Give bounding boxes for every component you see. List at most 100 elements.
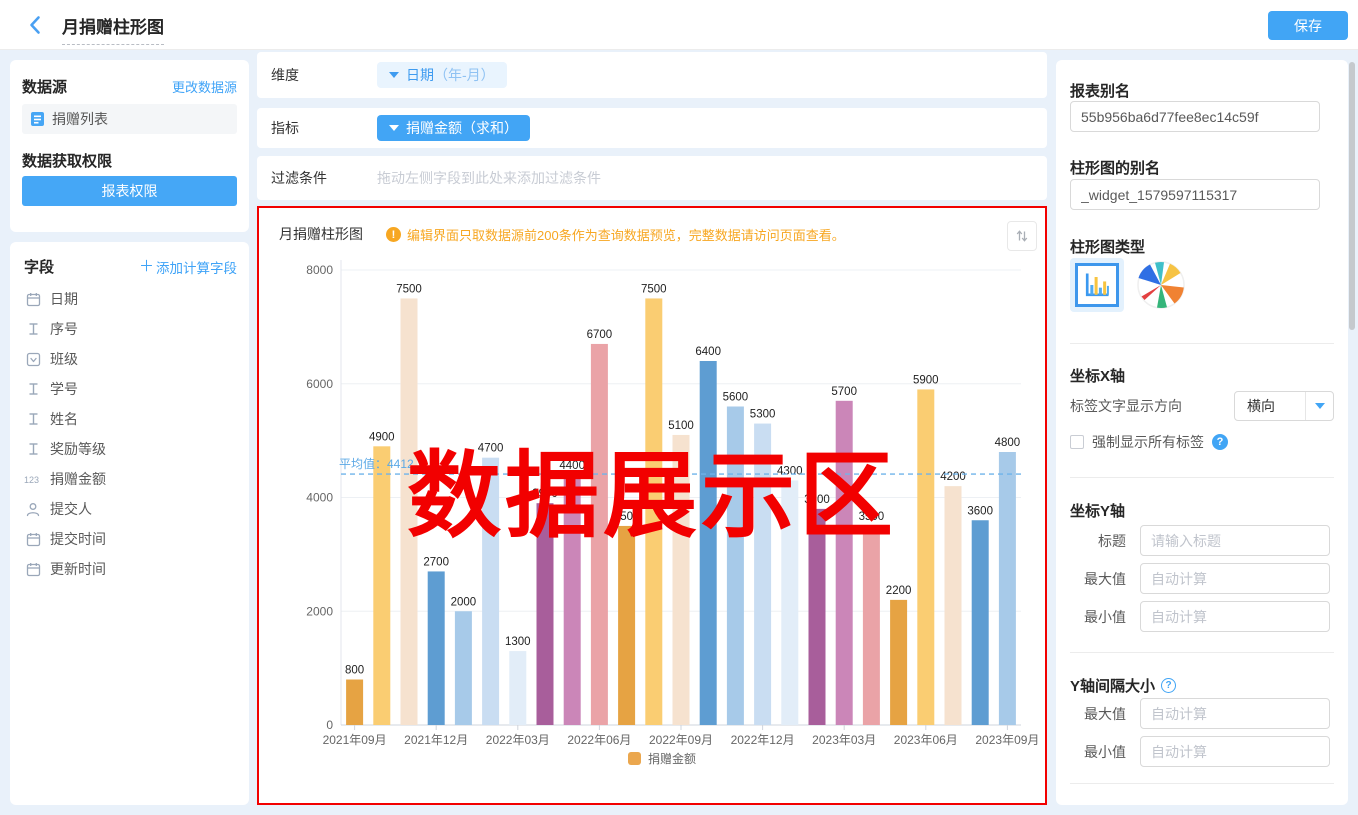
chart-bar-2022年08月[interactable] (645, 298, 662, 725)
chevron-down-icon (389, 72, 399, 78)
yinterval-min-input[interactable] (1140, 736, 1330, 767)
bar-value-label: 4700 (478, 443, 504, 455)
bar-value-label: 3900 (532, 488, 558, 500)
chart-bar-2021年11月[interactable] (401, 298, 418, 725)
bar-value-label: 5100 (668, 420, 694, 432)
calendar-icon (24, 292, 42, 307)
chart-bar-2022年05月[interactable] (564, 475, 581, 725)
settings-panel: 报表别名 柱形图的别名 柱形图类型 (1056, 60, 1348, 805)
document-icon (30, 111, 45, 127)
metric-row: 指标 捐赠金额（求和） (257, 108, 1047, 148)
datasource-title: 数据源 (22, 76, 67, 97)
bar-chart: 0200040006000800080049007500270020004700… (259, 208, 1045, 803)
yaxis-name-label: 标题 (1070, 531, 1126, 551)
dimension-pill[interactable]: 日期（年-月） (377, 62, 507, 88)
chart-type-pie-option[interactable] (1134, 258, 1188, 312)
chart-bar-2022年06月[interactable] (591, 344, 608, 725)
change-datasource-link[interactable]: 更改数据源 (172, 77, 237, 96)
chart-bar-2022年10月[interactable] (700, 361, 717, 725)
bar-value-label: 5600 (723, 392, 749, 404)
bar-value-label: 2000 (451, 596, 477, 608)
field-item-提交人[interactable]: 提交人 (24, 494, 239, 524)
legend-label[interactable]: 捐赠金额 (648, 751, 696, 766)
report-permission-button[interactable]: 报表权限 (22, 176, 237, 206)
chart-bar-2021年10月[interactable] (373, 446, 390, 725)
report-alias-title: 报表别名 (1070, 80, 1334, 101)
bar-value-label: 5300 (750, 409, 776, 421)
chart-bar-2022年01月[interactable] (455, 611, 472, 725)
datasource-item[interactable]: 捐赠列表 (22, 104, 237, 134)
add-calc-field-link[interactable]: ＋添加计算字段 (139, 257, 237, 277)
bar-value-label: 7500 (396, 283, 422, 295)
chevron-left-icon (24, 13, 48, 37)
x-tick-label: 2021年12月 (404, 733, 468, 747)
chart-preview-area: 月捐赠柱形图 ! 编辑界面只取数据源前200条作为查询数据预览，完整数据请访问页… (257, 206, 1047, 805)
chart-alias-input[interactable] (1070, 179, 1320, 210)
yaxis-min-input[interactable] (1140, 601, 1330, 632)
field-item-奖励等级[interactable]: 奖励等级 (24, 434, 239, 464)
field-item-序号[interactable]: 序号 (24, 314, 239, 344)
chart-bar-2023年06月[interactable] (917, 389, 934, 725)
divider (1070, 652, 1334, 653)
metric-pill[interactable]: 捐赠金额（求和） (377, 115, 530, 141)
chart-bar-2023年02月[interactable] (809, 509, 826, 725)
datasource-name: 捐赠列表 (52, 109, 108, 129)
scrollbar[interactable] (1349, 62, 1355, 330)
chart-bar-2023年04月[interactable] (863, 526, 880, 725)
chart-bar-2021年09月[interactable] (346, 680, 363, 726)
field-item-提交时间[interactable]: 提交时间 (24, 524, 239, 554)
y-tick-label: 2000 (306, 604, 333, 618)
chart-bar-2023年05月[interactable] (890, 600, 907, 725)
yinterval-max-input[interactable] (1140, 698, 1330, 729)
top-bar: 月捐赠柱形图 保存 (0, 0, 1358, 50)
report-alias-input[interactable] (1070, 101, 1320, 132)
chart-bar-2023年07月[interactable] (945, 486, 962, 725)
chart-bar-2022年04月[interactable] (537, 503, 554, 725)
chart-bar-2022年07月[interactable] (618, 526, 635, 725)
field-item-日期[interactable]: 日期 (24, 284, 239, 314)
chart-bar-2021年12月[interactable] (428, 571, 445, 725)
help-icon[interactable]: ? (1212, 434, 1228, 450)
field-item-班级[interactable]: 班级 (24, 344, 239, 374)
x-tick-label: 2023年03月 (812, 733, 876, 747)
fields-title: 字段 (24, 256, 54, 277)
chart-bar-2023年01月[interactable] (781, 480, 798, 725)
chart-bar-2022年12月[interactable] (754, 424, 771, 725)
yaxis-max-input[interactable] (1140, 563, 1330, 594)
label-direction-select[interactable]: 横向 (1234, 391, 1334, 421)
save-button[interactable]: 保存 (1268, 11, 1348, 40)
filter-row[interactable]: 过滤条件 拖动左侧字段到此处来添加过滤条件 (257, 156, 1047, 200)
help-icon[interactable]: ? (1161, 678, 1176, 693)
chart-bar-2022年03月[interactable] (509, 651, 526, 725)
legend-swatch[interactable] (628, 752, 641, 765)
divider (1070, 343, 1334, 344)
chart-bar-2022年02月[interactable] (482, 458, 499, 725)
chart-bar-2022年09月[interactable] (673, 435, 690, 725)
metric-label: 指标 (257, 118, 377, 138)
x-tick-label: 2022年09月 (649, 733, 713, 747)
select-icon (24, 352, 42, 367)
bar-value-label: 4800 (995, 437, 1021, 449)
field-item-更新时间[interactable]: 更新时间 (24, 554, 239, 584)
yaxis-name-input[interactable] (1140, 525, 1330, 556)
bar-value-label: 3500 (859, 511, 885, 523)
back-button[interactable] (24, 13, 48, 37)
chart-bar-2022年11月[interactable] (727, 407, 744, 726)
calendar-icon (24, 562, 42, 577)
bar-value-label: 2200 (886, 585, 912, 597)
field-item-学号[interactable]: 学号 (24, 374, 239, 404)
y-tick-label: 0 (326, 718, 333, 732)
chart-bar-2023年03月[interactable] (836, 401, 853, 725)
x-tick-label: 2021年09月 (323, 733, 387, 747)
field-item-捐赠金额[interactable]: 123捐赠金额 (24, 464, 239, 494)
force-labels-checkbox[interactable] (1070, 435, 1084, 449)
x-tick-label: 2022年03月 (486, 733, 550, 747)
field-item-姓名[interactable]: 姓名 (24, 404, 239, 434)
label-direction-label: 标签文字显示方向 (1070, 396, 1182, 416)
bar-value-label: 5900 (913, 374, 939, 386)
chart-type-bar-option[interactable] (1070, 258, 1124, 312)
chart-bar-2023年08月[interactable] (972, 520, 989, 725)
data-permission-title: 数据获取权限 (22, 150, 112, 171)
chart-bar-2023年09月[interactable] (999, 452, 1016, 725)
bar-value-label: 800 (345, 665, 364, 677)
